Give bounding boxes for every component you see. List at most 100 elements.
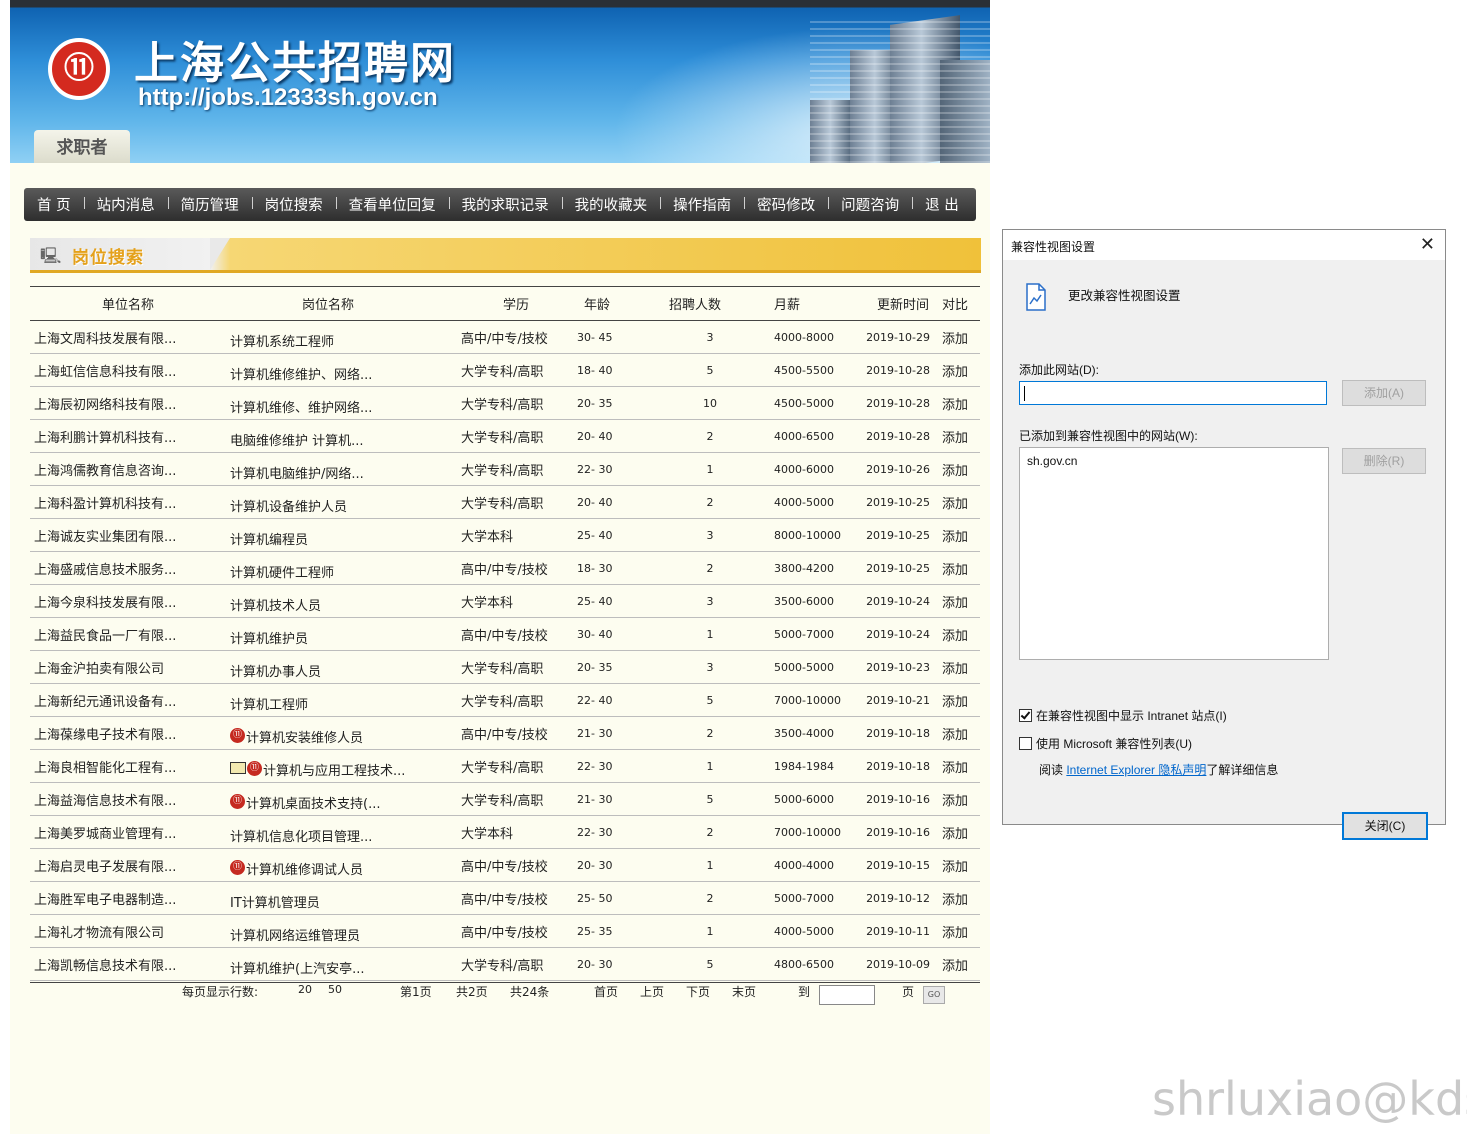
company-name-link[interactable]: 上海凯畅信息技术有限... xyxy=(30,948,226,981)
nav-logout[interactable]: 退 出 xyxy=(912,194,972,215)
nav-password[interactable]: 密码修改 xyxy=(744,194,828,215)
company-name-link[interactable]: 上海良相智能化工程有... xyxy=(30,750,226,783)
position-name-link[interactable]: IT计算机管理员 xyxy=(230,896,320,911)
nav-applications[interactable]: 我的求职记录 xyxy=(448,194,562,215)
compare-add-link[interactable]: 添加 xyxy=(930,783,980,816)
table-row[interactable]: 上海文周科技发展有限... 计算机系统工程师 高中/中专/技校 30- 45 3 4000… xyxy=(30,321,980,354)
table-row[interactable]: 上海胜军电子电器制造... IT计算机管理员 高中/中专/技校 25- 50 2 5000… xyxy=(30,882,980,915)
compare-add-link[interactable]: 添加 xyxy=(930,915,980,948)
compare-add-link[interactable]: 添加 xyxy=(930,849,980,882)
table-row[interactable]: 上海启灵电子发展有限... ⑪ 计算机维修调试人员 高中/中专/技校 20- 30 1 40… xyxy=(30,849,980,882)
position-name-link[interactable]: 计算机编程员 xyxy=(230,533,308,548)
compare-add-link[interactable]: 添加 xyxy=(930,552,980,585)
company-name-link[interactable]: 上海虹信信息科技有限... xyxy=(30,354,226,387)
position-name-link[interactable]: 计算机电脑维护/网络... xyxy=(230,467,364,482)
table-row[interactable]: 上海金沪拍卖有限公司 计算机办事人员 大学专科/高职 20- 35 3 5000-5000… xyxy=(30,651,980,684)
position-name-link[interactable]: 计算机维护员 xyxy=(230,632,308,647)
table-row[interactable]: 上海诚友实业集团有限... 计算机编程员 大学本科 25- 40 3 8000-10000… xyxy=(30,519,980,552)
position-name-link[interactable]: 计算机技术人员 xyxy=(230,599,321,614)
company-name-link[interactable]: 上海诚友实业集团有限... xyxy=(30,519,226,552)
remove-button[interactable]: 删除(R) xyxy=(1342,448,1426,474)
col-date[interactable]: 更新时间 xyxy=(854,287,930,321)
table-row[interactable]: 上海利鹏计算机科技有... 电脑维修维护 计算机... 大学专科/高职 20- 40 2… xyxy=(30,420,980,453)
position-name-link[interactable]: 计算机硬件工程师 xyxy=(230,566,334,581)
compare-add-link[interactable]: 添加 xyxy=(930,618,980,651)
compare-add-link[interactable]: 添加 xyxy=(930,816,980,849)
intranet-checkbox[interactable] xyxy=(1019,709,1032,722)
company-name-link[interactable]: 上海启灵电子发展有限... xyxy=(30,849,226,882)
table-row[interactable]: 上海辰初网络科技有限... 计算机维修、维护网络... 大学专科/高职 20- 35 1… xyxy=(30,387,980,420)
intranet-checkbox-row[interactable]: 在兼容性视图中显示 Intranet 站点(I) xyxy=(1019,707,1227,724)
position-name-link[interactable]: 计算机办事人员 xyxy=(230,665,321,680)
position-name-link[interactable]: 计算机维修、维护网络... xyxy=(230,401,372,416)
compare-add-link[interactable]: 添加 xyxy=(930,585,980,618)
col-count[interactable]: 招聘人数 xyxy=(646,287,744,321)
position-name-link[interactable]: 计算机桌面技术支持(... xyxy=(246,797,380,812)
nav-favorites[interactable]: 我的收藏夹 xyxy=(561,194,661,215)
company-name-link[interactable]: 上海今泉科技发展有限... xyxy=(30,585,226,618)
table-row[interactable]: 上海益民食品一厂有限... 计算机维护员 高中/中专/技校 30- 40 1 5000-7… xyxy=(30,618,980,651)
position-name-link[interactable]: 计算机维修维护、网络... xyxy=(230,368,372,383)
site-list-item[interactable]: sh.gov.cn xyxy=(1027,454,1077,468)
nav-help[interactable]: 问题咨询 xyxy=(828,194,912,215)
sites-listbox[interactable]: sh.gov.cn xyxy=(1019,447,1329,660)
ms-list-checkbox-row[interactable]: 使用 Microsoft 兼容性列表(U) xyxy=(1019,735,1192,752)
prev-page-link[interactable]: 上页 xyxy=(640,983,664,1000)
rows-20-link[interactable]: 20 xyxy=(298,983,312,996)
table-row[interactable]: 上海益海信息技术有限... ⑪ 计算机桌面技术支持(... 大学专科/高职 21- 30… xyxy=(30,783,980,816)
table-row[interactable]: 上海今泉科技发展有限... 计算机技术人员 大学本科 25- 40 3 3500-6000… xyxy=(30,585,980,618)
compare-add-link[interactable]: 添加 xyxy=(930,387,980,420)
table-row[interactable]: 上海科盈计算机科技有... 计算机设备维护人员 大学专科/高职 20- 40 2 4000… xyxy=(30,486,980,519)
last-page-link[interactable]: 末页 xyxy=(732,983,756,1000)
company-name-link[interactable]: 上海金沪拍卖有限公司 xyxy=(30,651,226,684)
compare-add-link[interactable]: 添加 xyxy=(930,519,980,552)
goto-page-input[interactable] xyxy=(819,985,875,1005)
rows-50-link[interactable]: 50 xyxy=(328,983,342,996)
nav-resume[interactable]: 简历管理 xyxy=(167,194,252,215)
position-name-link[interactable]: 计算机工程师 xyxy=(230,698,308,713)
compare-add-link[interactable]: 添加 xyxy=(930,651,980,684)
position-name-link[interactable]: 计算机信息化项目管理... xyxy=(230,830,372,845)
col-company[interactable]: 单位名称 xyxy=(30,287,226,321)
company-name-link[interactable]: 上海礼才物流有限公司 xyxy=(30,915,226,948)
table-row[interactable]: 上海盛戚信息技术服务... 计算机硬件工程师 高中/中专/技校 18- 30 2 3800… xyxy=(30,552,980,585)
compare-add-link[interactable]: 添加 xyxy=(930,486,980,519)
table-row[interactable]: 上海良相智能化工程有... ⑪ 计算机与应用工程技术... 大学专科/高职 22- 30… xyxy=(30,750,980,783)
company-name-link[interactable]: 上海益民食品一厂有限... xyxy=(30,618,226,651)
nav-home[interactable]: 首 页 xyxy=(24,194,84,215)
compare-add-link[interactable]: 添加 xyxy=(930,717,980,750)
company-name-link[interactable]: 上海鸿儒教育信息咨询... xyxy=(30,453,226,486)
company-name-link[interactable]: 上海利鹏计算机科技有... xyxy=(30,420,226,453)
table-row[interactable]: 上海虹信信息科技有限... 计算机维修维护、网络... 大学专科/高职 18- 40 5… xyxy=(30,354,980,387)
table-row[interactable]: 上海凯畅信息技术有限... 计算机维护(上汽安亭... 大学专科/高职 20- 30 5… xyxy=(30,948,980,981)
company-name-link[interactable]: 上海益海信息技术有限... xyxy=(30,783,226,816)
position-name-link[interactable]: 计算机设备维护人员 xyxy=(230,500,347,515)
position-name-link[interactable]: 计算机网络运维管理员 xyxy=(230,929,360,944)
position-name-link[interactable]: 计算机维修调试人员 xyxy=(246,863,363,878)
go-button[interactable]: GO xyxy=(923,986,945,1004)
position-name-link[interactable]: 计算机与应用工程技术... xyxy=(263,764,405,779)
company-name-link[interactable]: 上海辰初网络科技有限... xyxy=(30,387,226,420)
compare-add-link[interactable]: 添加 xyxy=(930,684,980,717)
dialog-close-icon[interactable]: ✕ xyxy=(1420,234,1435,255)
compare-add-link[interactable]: 添加 xyxy=(930,420,980,453)
add-button[interactable]: 添加(A) xyxy=(1342,380,1426,406)
col-age[interactable]: 年龄 xyxy=(576,287,646,321)
table-row[interactable]: 上海鸿儒教育信息咨询... 计算机电脑维护/网络... 大学专科/高职 22- 30 1… xyxy=(30,453,980,486)
compare-add-link[interactable]: 添加 xyxy=(930,750,980,783)
privacy-link[interactable]: Internet Explorer 隐私声明 xyxy=(1066,763,1206,777)
nav-replies[interactable]: 查看单位回复 xyxy=(335,194,449,215)
nav-job-search[interactable]: 岗位搜索 xyxy=(251,194,336,215)
ms-list-checkbox[interactable] xyxy=(1019,737,1032,750)
position-name-link[interactable]: 电脑维修维护 计算机... xyxy=(230,434,364,449)
position-name-link[interactable]: 计算机维护(上汽安亭... xyxy=(230,962,364,977)
table-row[interactable]: 上海葆缘电子技术有限... ⑪ 计算机安装维修人员 高中/中专/技校 21- 30 2 35… xyxy=(30,717,980,750)
compare-add-link[interactable]: 添加 xyxy=(930,354,980,387)
nav-messages[interactable]: 站内消息 xyxy=(83,194,168,215)
position-name-link[interactable]: 计算机系统工程师 xyxy=(230,335,334,350)
table-row[interactable]: 上海新纪元通讯设备有... 计算机工程师 大学专科/高职 22- 40 5 7000-10… xyxy=(30,684,980,717)
col-education[interactable]: 学历 xyxy=(456,287,576,321)
role-tab-jobseeker[interactable]: 求职者 xyxy=(34,130,130,163)
compare-add-link[interactable]: 添加 xyxy=(930,321,980,354)
company-name-link[interactable]: 上海新纪元通讯设备有... xyxy=(30,684,226,717)
